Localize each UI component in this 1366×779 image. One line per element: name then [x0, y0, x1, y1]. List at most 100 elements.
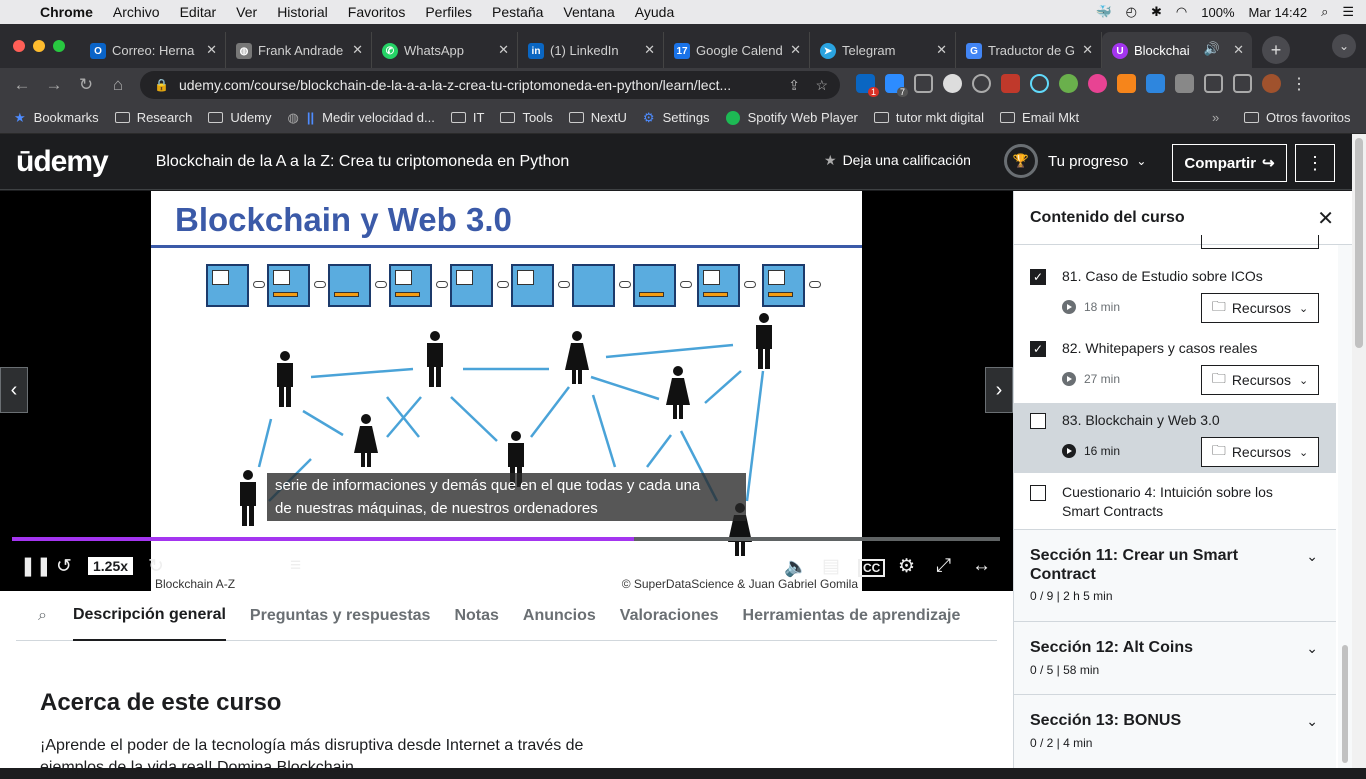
side-panel-icon[interactable]	[1233, 74, 1252, 93]
menu-ver[interactable]: Ver	[236, 4, 257, 20]
reload-button[interactable]: ↻	[70, 75, 102, 95]
close-sidebar-button[interactable]: ✕	[1317, 206, 1334, 231]
chrome-menu-icon[interactable]: ⋮	[1291, 74, 1307, 94]
bookmark-bookmarks[interactable]: ★ Bookmarks	[14, 110, 99, 126]
bookmark-settings[interactable]: ⚙ Settings	[643, 110, 710, 126]
tab-google-calendar[interactable]: 17 Google Calend ✕	[664, 32, 810, 68]
search-icon[interactable]: ⌕	[38, 607, 47, 625]
lecture-item-83-current[interactable]: 83. Blockchain y Web 3.0 16 min 🗀 Recurso…	[1014, 403, 1336, 473]
more-bookmarks-chevron-icon[interactable]: »	[1212, 110, 1219, 125]
new-tab-button[interactable]: +	[1262, 36, 1290, 64]
course-title[interactable]: Blockchain de la A a la Z: Crea tu cript…	[156, 153, 570, 171]
section-12[interactable]: Sección 12: Alt Coins 0 / 5 | 58 min ⌄	[1014, 621, 1336, 694]
udemy-logo[interactable]: ūdemy	[16, 145, 109, 179]
resources-button[interactable]: 🗀 Recursos ⌄	[1201, 365, 1319, 395]
tab-linkedin[interactable]: in (1) LinkedIn ✕	[518, 32, 664, 68]
extension-icon[interactable]	[943, 74, 962, 93]
rewind-icon[interactable]: ↺	[56, 555, 72, 578]
page-scrollbar[interactable]	[1352, 134, 1366, 768]
close-tab-icon[interactable]: ✕	[1082, 42, 1093, 58]
expand-theater-icon[interactable]: ↔	[972, 555, 991, 577]
extension-icon[interactable]	[972, 74, 991, 93]
menu-perfiles[interactable]: Perfiles	[425, 4, 472, 20]
close-tab-icon[interactable]: ✕	[206, 42, 217, 58]
close-tab-icon[interactable]: ✕	[1233, 42, 1244, 58]
close-tab-icon[interactable]: ✕	[790, 42, 801, 58]
time-machine-icon[interactable]: ◴	[1126, 4, 1137, 20]
section-11[interactable]: Sección 11: Crear un Smart Contract 0 / …	[1014, 529, 1336, 621]
bookmark-udemy[interactable]: Udemy	[208, 110, 272, 125]
lecture-item-82[interactable]: ✓ 82. Whitepapers y casos reales 27 min …	[1014, 325, 1336, 397]
battery-status[interactable]: 100%	[1201, 5, 1234, 20]
tab-search-chevron-icon[interactable]: ⌄	[1332, 34, 1356, 58]
forward-button[interactable]: →	[38, 75, 70, 95]
bug-extension-icon[interactable]	[1088, 74, 1107, 93]
lecture-checkbox[interactable]	[1030, 413, 1046, 429]
sidebar-scrollbar[interactable]	[1338, 245, 1352, 768]
close-window-button[interactable]	[13, 40, 25, 52]
quiz-item[interactable]: Cuestionario 4: Intuición sobre los Smar…	[1014, 473, 1336, 529]
react-devtools-icon[interactable]	[1030, 74, 1049, 93]
close-tab-icon[interactable]: ✕	[352, 42, 363, 58]
control-center-icon[interactable]: ☰	[1342, 4, 1354, 20]
bookmark-otros-favoritos[interactable]: Otros favoritos	[1244, 110, 1351, 125]
menu-ventana[interactable]: Ventana	[563, 4, 614, 20]
volume-icon[interactable]: 🔈	[784, 555, 808, 579]
tab-notas[interactable]: Notas	[454, 591, 498, 641]
lecture-checkbox[interactable]	[1030, 485, 1046, 501]
settings-gear-icon[interactable]: ⚙	[898, 555, 915, 578]
tab-blockchain-active[interactable]: U Blockchai 🔊 ✕	[1102, 32, 1252, 68]
close-tab-icon[interactable]: ✕	[498, 42, 509, 58]
section-13[interactable]: Sección 13: BONUS 0 / 2 | 4 min ⌄	[1014, 694, 1336, 768]
clock[interactable]: Mar 14:42	[1249, 5, 1308, 20]
video-player[interactable]: Blockchain y Web 3.0 Blockchain A-Z © Sup…	[0, 191, 1013, 591]
lecture-checkbox[interactable]: ✓	[1030, 341, 1046, 357]
previous-lecture-button[interactable]: ‹	[0, 367, 28, 413]
grid-extension-icon[interactable]	[914, 74, 933, 93]
linkedin-extension-icon[interactable]: 1	[856, 74, 879, 97]
bookmark-medir-velocidad[interactable]: ◍ || Medir velocidad d...	[288, 110, 435, 126]
resources-button[interactable]: 🗀 Recursos ⌄	[1201, 437, 1319, 467]
tab-correo[interactable]: O Correo: Herna ✕	[80, 32, 226, 68]
resources-button-partial[interactable]	[1201, 235, 1319, 249]
bookmark-research[interactable]: Research	[114, 110, 192, 125]
bluetooth-icon[interactable]: ✱	[1151, 4, 1162, 20]
pause-button[interactable]: ❚❚	[20, 555, 52, 578]
playback-speed-button[interactable]: 1.25x	[88, 557, 134, 575]
menu-favoritos[interactable]: Favoritos	[348, 4, 406, 20]
extensions-puzzle-icon[interactable]	[1175, 74, 1194, 93]
reading-list-icon[interactable]	[1204, 74, 1223, 93]
mkt-extension-icon[interactable]: 7	[885, 74, 908, 97]
rate-course-button[interactable]: ★ Deja una calificación	[824, 152, 971, 169]
menu-historial[interactable]: Historial	[277, 4, 328, 20]
wifi-icon[interactable]: ◠	[1176, 4, 1187, 20]
bookmark-tutor-mkt[interactable]: tutor mkt digital	[873, 110, 984, 125]
zoom-window-button[interactable]	[53, 40, 65, 52]
scrollbar-thumb[interactable]	[1342, 645, 1348, 763]
menu-app-name[interactable]: Chrome	[40, 4, 93, 20]
captions-icon[interactable]: CC	[858, 559, 886, 577]
share-page-icon[interactable]: ⇪	[788, 77, 800, 94]
close-tab-icon[interactable]: ✕	[936, 42, 947, 58]
lecture-item-81[interactable]: ✓ 81. Caso de Estudio sobre ICOs 18 min …	[1014, 253, 1336, 325]
menu-pestana[interactable]: Pestaña	[492, 4, 543, 20]
tab-valoraciones[interactable]: Valoraciones	[620, 591, 719, 641]
tab-preguntas[interactable]: Preguntas y respuestas	[250, 591, 431, 641]
menu-editar[interactable]: Editar	[180, 4, 217, 20]
bookmark-tools[interactable]: Tools	[500, 110, 553, 125]
tab-frank-andrade[interactable]: ◍ Frank Andrade ✕	[226, 32, 372, 68]
fullscreen-icon[interactable]: ⤢	[936, 555, 951, 577]
video-progress-bar[interactable]	[12, 537, 1000, 541]
scrollbar-thumb[interactable]	[1355, 138, 1363, 348]
extension-icon[interactable]	[1146, 74, 1165, 93]
share-button[interactable]: Compartir ↪	[1172, 144, 1287, 182]
menu-archivo[interactable]: Archivo	[113, 4, 160, 20]
metamask-icon[interactable]	[1117, 74, 1136, 93]
next-lecture-button[interactable]: ›	[985, 367, 1013, 413]
progress-button[interactable]: 🏆 Tu progreso ⌄	[1004, 144, 1146, 178]
resources-button[interactable]: 🗀 Recursos ⌄	[1201, 293, 1319, 323]
close-tab-icon[interactable]: ✕	[644, 42, 655, 58]
speaker-icon[interactable]: 🔊	[1204, 41, 1220, 57]
home-button[interactable]: ⌂	[102, 75, 134, 95]
bookmark-email-mkt[interactable]: Email Mkt	[1000, 110, 1079, 125]
